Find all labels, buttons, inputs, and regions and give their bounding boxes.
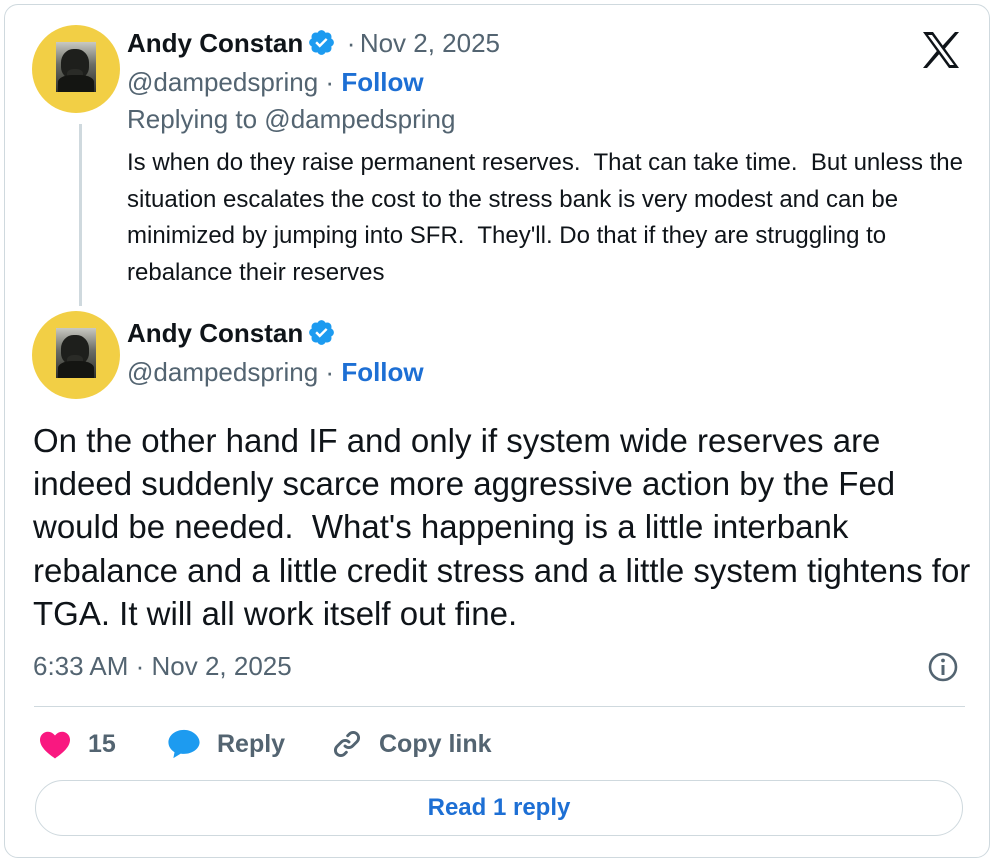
author-handle[interactable]: @dampedspring bbox=[127, 357, 318, 387]
author-name[interactable]: Andy Constan bbox=[127, 28, 303, 58]
separator-dot: · bbox=[325, 67, 335, 97]
follow-link[interactable]: Follow bbox=[341, 357, 423, 387]
handle-row: @dampedspring · Follow bbox=[127, 357, 424, 388]
main-tweet-header: Andy Constan bbox=[127, 318, 336, 349]
handle-row: @dampedspring · Follow bbox=[127, 67, 424, 98]
read-replies-button[interactable]: Read 1 reply bbox=[35, 780, 963, 836]
link-icon bbox=[333, 730, 361, 758]
reply-button[interactable]: Reply bbox=[167, 725, 285, 763]
separator-dot: · bbox=[346, 28, 356, 58]
avatar[interactable] bbox=[32, 311, 120, 399]
main-tweet-text: On the other hand IF and only if system … bbox=[33, 422, 979, 632]
copy-link-button[interactable]: Copy link bbox=[331, 725, 492, 763]
thread-connector-line bbox=[79, 124, 82, 306]
parent-tweet-header: Andy Constan · Nov 2, 2025 bbox=[127, 28, 500, 59]
verified-badge-icon bbox=[309, 30, 335, 55]
author-name[interactable]: Andy Constan bbox=[127, 318, 303, 348]
avatar[interactable] bbox=[32, 25, 120, 113]
heart-icon bbox=[40, 731, 70, 759]
parent-tweet-text: Is when do they raise permanent reserves… bbox=[127, 149, 970, 286]
replying-to[interactable]: Replying to @dampedspring bbox=[127, 104, 455, 135]
tweet-timestamp[interactable]: 6:33 AM · Nov 2, 2025 bbox=[33, 651, 292, 682]
tweet-date[interactable]: Nov 2, 2025 bbox=[360, 28, 500, 58]
speech-bubble-icon bbox=[168, 729, 200, 759]
x-logo-icon[interactable] bbox=[921, 30, 961, 70]
copy-link-label: Copy link bbox=[379, 729, 492, 758]
verified-badge-icon bbox=[309, 320, 335, 345]
like-count: 15 bbox=[88, 729, 116, 758]
follow-link[interactable]: Follow bbox=[341, 67, 423, 97]
author-handle[interactable]: @dampedspring bbox=[127, 67, 318, 97]
info-icon[interactable] bbox=[927, 651, 959, 683]
reply-label: Reply bbox=[217, 729, 286, 758]
tweet-embed-card: Andy Constan · Nov 2, 2025 @dampedspring… bbox=[4, 4, 990, 858]
like-button[interactable]: 15 bbox=[38, 725, 116, 763]
divider bbox=[34, 706, 965, 707]
read-replies-label: Read 1 reply bbox=[427, 794, 571, 821]
separator-dot: · bbox=[325, 357, 335, 387]
